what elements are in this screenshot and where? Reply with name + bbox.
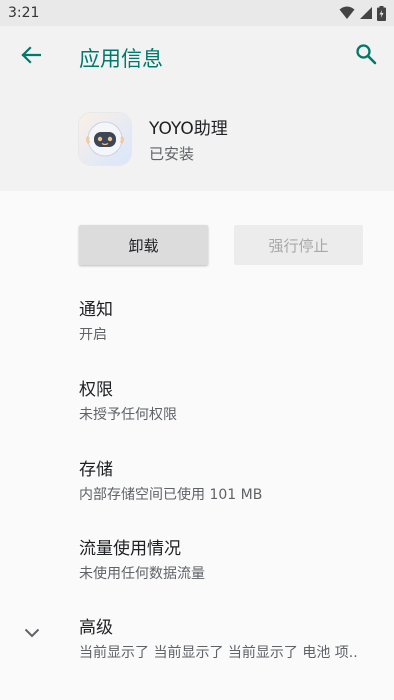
search-button[interactable]: [352, 42, 380, 70]
item-subtitle: 未使用任何数据流量: [79, 566, 205, 582]
item-title: 权限: [79, 380, 113, 400]
back-button[interactable]: [16, 42, 46, 72]
page-title: 应用信息: [79, 47, 163, 71]
force-stop-button[interactable]: 强行停止: [234, 225, 363, 265]
item-subtitle: 当前显示了 当前显示了 当前显示了 电池 项..: [79, 645, 358, 661]
cellular-signal-icon: [359, 6, 373, 20]
item-title: 通知: [79, 300, 113, 320]
list-item-advanced[interactable]: 高级 当前显示了 当前显示了 当前显示了 电池 项..: [79, 613, 379, 662]
list-item-storage[interactable]: 存储 内部存储空间已使用 101 MB: [79, 455, 379, 504]
app-header: 应用信息 YOYO助理 已安装: [0, 26, 394, 191]
item-subtitle: 未授予任何权限: [79, 407, 177, 423]
app-name: YOYO助理: [149, 119, 228, 139]
list-item-notifications[interactable]: 通知 开启: [79, 295, 379, 344]
status-bar: 3:21: [0, 0, 394, 26]
status-icons: [339, 5, 386, 21]
search-icon: [355, 43, 377, 69]
item-subtitle: 开启: [79, 327, 107, 343]
app-install-status: 已安装: [149, 145, 195, 163]
arrow-back-icon: [21, 45, 42, 69]
item-subtitle: 内部存储空间已使用 101 MB: [79, 487, 263, 503]
yoyo-robot-icon: [79, 113, 131, 165]
item-title: 存储: [79, 460, 113, 480]
item-title: 流量使用情况: [79, 539, 181, 559]
list-item-permissions[interactable]: 权限 未授予任何权限: [79, 375, 379, 424]
item-title: 高级: [79, 618, 113, 638]
status-time: 3:21: [8, 5, 40, 21]
wifi-icon: [339, 6, 355, 20]
list-item-data-usage[interactable]: 流量使用情况 未使用任何数据流量: [79, 534, 379, 583]
chevron-down-icon: [20, 621, 44, 645]
app-info: YOYO助理 已安装: [79, 113, 228, 165]
uninstall-button[interactable]: 卸载: [79, 225, 208, 265]
battery-icon: [377, 5, 386, 21]
app-bar: 应用信息: [0, 26, 394, 86]
action-buttons: 卸载 强行停止: [79, 225, 364, 265]
